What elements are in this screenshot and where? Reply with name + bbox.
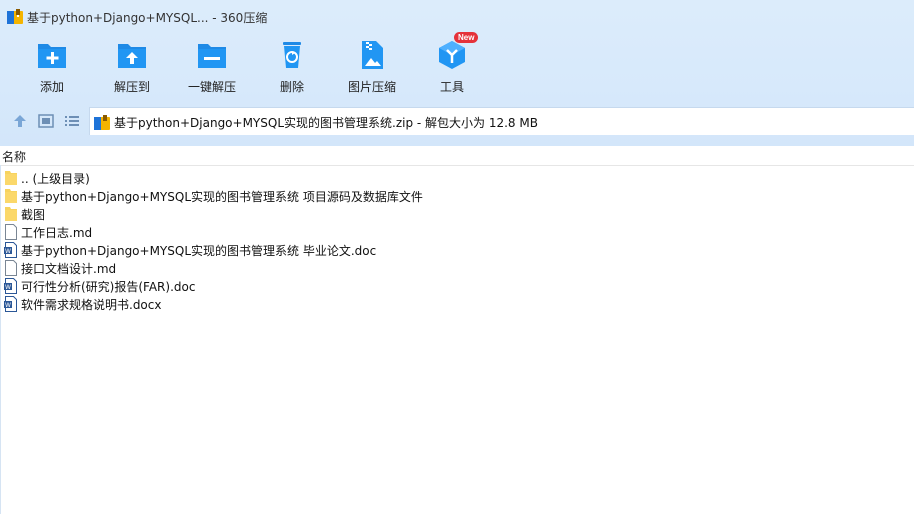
svg-text:W: W <box>5 248 11 255</box>
extract-to-label: 解压到 <box>113 80 150 94</box>
archive-path: 基于python+Django+MYSQL实现的图书管理系统.zip - 解包大… <box>114 116 538 130</box>
list-item-name: 截图 <box>21 208 46 222</box>
list-item[interactable]: .. (上级目录) <box>4 169 904 187</box>
image-compress-icon <box>362 41 383 69</box>
list-left-border <box>0 165 1 514</box>
list-item[interactable]: 截图 <box>4 205 904 223</box>
add-folder-icon <box>38 44 66 68</box>
word-document-icon: W <box>4 278 17 294</box>
new-badge: New <box>454 32 479 43</box>
image-compress-label: 图片压缩 <box>347 80 396 94</box>
one-click-extract-button[interactable]: 一键解压 <box>174 38 250 98</box>
word-document-icon: W <box>4 242 17 258</box>
document-icon <box>5 224 17 240</box>
folder-icon <box>5 171 17 185</box>
one-click-extract-label: 一键解压 <box>187 80 236 94</box>
svg-text:W: W <box>5 302 11 309</box>
recycle-bin-icon <box>283 42 301 68</box>
archive-app-icon <box>7 9 23 24</box>
window-title: 基于python+Django+MYSQL... - 360压缩 <box>27 11 268 25</box>
svg-text:W: W <box>5 284 11 291</box>
list-item[interactable]: W 基于python+Django+MYSQL实现的图书管理系统 毕业论文.do… <box>4 241 904 259</box>
tools-cube-icon <box>439 41 465 69</box>
list-item-name: 软件需求规格说明书.docx <box>21 298 162 312</box>
up-arrow-icon[interactable] <box>12 113 28 129</box>
list-item-name: 工作日志.md <box>21 226 93 240</box>
list-view-icon[interactable] <box>64 113 80 129</box>
list-item[interactable]: 工作日志.md <box>4 223 904 241</box>
list-item-name: 可行性分析(研究)报告(FAR).doc <box>21 280 196 294</box>
list-item[interactable]: 接口文档设计.md <box>4 259 904 277</box>
tools-label: 工具 <box>439 80 464 94</box>
zip-file-icon <box>94 115 110 130</box>
list-item-name: .. (上级目录) <box>21 172 90 186</box>
list-item-name: 接口文档设计.md <box>21 262 117 276</box>
list-item-name: 基于python+Django+MYSQL实现的图书管理系统 项目源码及数据库文… <box>21 190 423 204</box>
list-item-name: 基于python+Django+MYSQL实现的图书管理系统 毕业论文.doc <box>21 244 377 258</box>
extract-to-button[interactable]: 解压到 <box>94 38 170 98</box>
list-item[interactable]: 基于python+Django+MYSQL实现的图书管理系统 项目源码及数据库文… <box>4 187 904 205</box>
document-icon <box>5 260 17 276</box>
file-list: 名称 .. (上级目录) 基于python+Django+MYSQL实现的图书管… <box>0 146 914 514</box>
list-item[interactable]: W 可行性分析(研究)报告(FAR).doc <box>4 277 904 295</box>
delete-label: 删除 <box>279 80 304 94</box>
column-name-label: 名称 <box>2 150 27 164</box>
delete-button[interactable]: 删除 <box>254 38 330 98</box>
address-bar[interactable]: 基于python+Django+MYSQL实现的图书管理系统.zip - 解包大… <box>89 107 914 135</box>
thumbnail-view-icon[interactable] <box>38 113 54 129</box>
image-compress-button[interactable]: 图片压缩 <box>334 38 410 98</box>
navigation-row: 基于python+Django+MYSQL实现的图书管理系统.zip - 解包大… <box>0 106 914 136</box>
toolbar: 添加 解压到 一键解压 删除 图片压缩 New 工具 <box>0 32 914 100</box>
list-item[interactable]: W 软件需求规格说明书.docx <box>4 295 904 313</box>
title-bar: 基于python+Django+MYSQL... - 360压缩 <box>0 0 914 32</box>
column-header-name[interactable]: 名称 <box>0 146 914 166</box>
header-area: 基于python+Django+MYSQL... - 360压缩 添加 解压到 <box>0 0 914 146</box>
word-document-icon: W <box>4 296 17 312</box>
one-click-extract-icon <box>198 44 226 68</box>
tools-button[interactable]: New 工具 <box>414 32 490 98</box>
folder-icon <box>5 189 17 203</box>
add-button[interactable]: 添加 <box>14 38 90 98</box>
folder-icon <box>5 207 17 221</box>
add-label: 添加 <box>39 80 64 94</box>
extract-folder-icon <box>118 44 146 68</box>
